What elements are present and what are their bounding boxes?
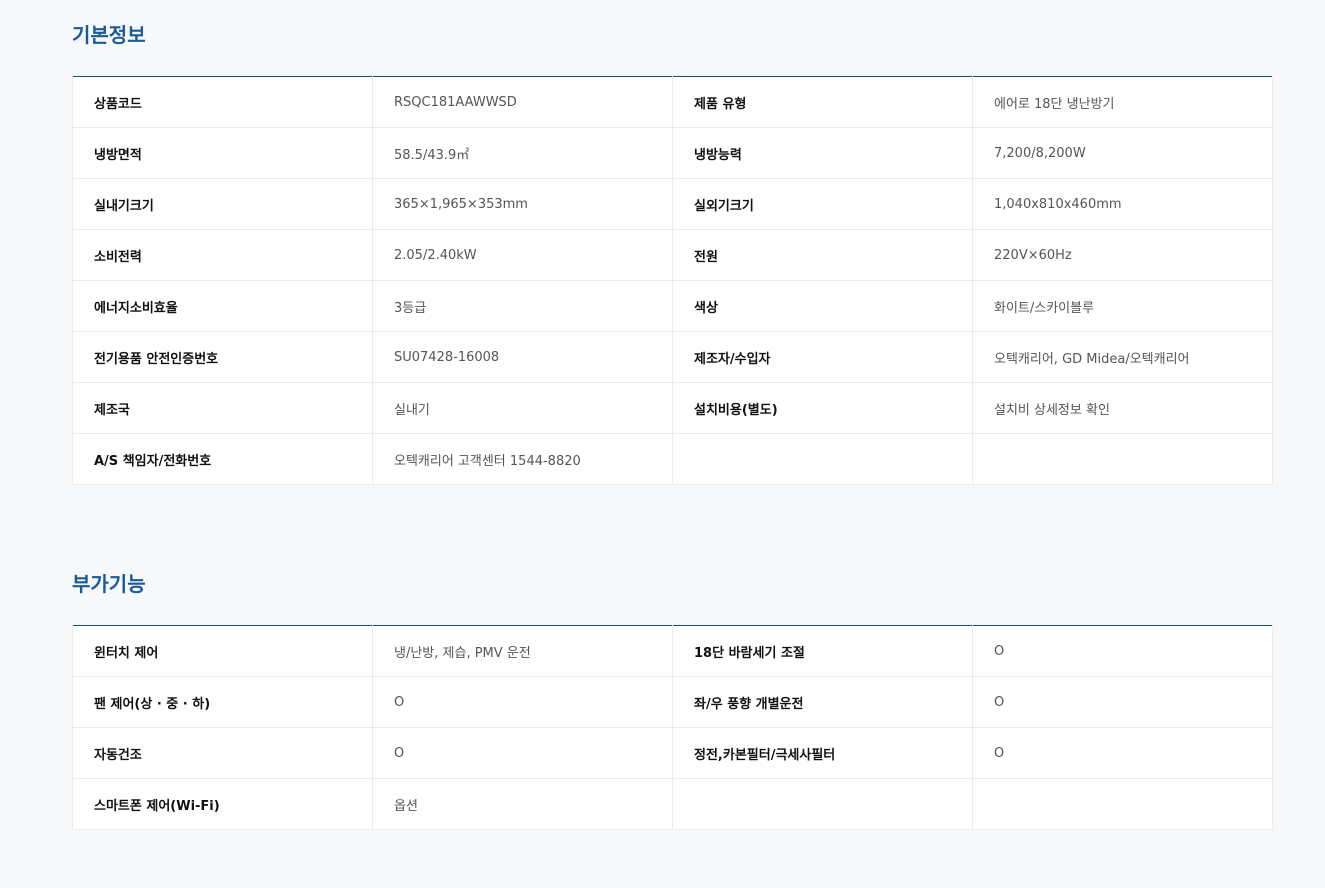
spec-label [672, 778, 973, 830]
spec-row: 상품코드 RSQC181AAWWSD 제품 유형 에어로 18단 냉난방기 [72, 76, 1273, 128]
spec-row: 스마트폰 제어(Wi-Fi) 옵션 [72, 778, 1273, 830]
spec-value: 오텍캐리어, GD Midea/오텍캐리어 [972, 331, 1273, 383]
spec-label: 상품코드 [72, 76, 373, 128]
spec-row: 자동건조 O 정전,카본필터/극세사필터 O [72, 727, 1273, 779]
spec-value: O [372, 727, 673, 779]
spec-label: 냉방면적 [72, 127, 373, 179]
spec-value: 58.5/43.9㎡ [372, 127, 673, 179]
spec-label: 팬 제어(상 · 중 · 하) [72, 676, 373, 728]
spec-row: 팬 제어(상 · 중 · 하) O 좌/우 풍향 개별운전 O [72, 676, 1273, 728]
spec-value: 에어로 18단 냉난방기 [972, 76, 1273, 128]
spec-label: 제조국 [72, 382, 373, 434]
spec-value: 365×1,965×353mm [372, 178, 673, 230]
spec-value: O [372, 676, 673, 728]
spec-value: 오텍캐리어 고객센터 1544-8820 [372, 433, 673, 485]
spec-label: 정전,카본필터/극세사필터 [672, 727, 973, 779]
spec-value: 220V×60Hz [972, 229, 1273, 281]
spec-value: RSQC181AAWWSD [372, 76, 673, 128]
spec-label: A/S 책임자/전화번호 [72, 433, 373, 485]
spec-value: 화이트/스카이블루 [972, 280, 1273, 332]
spec-label: 윈터치 제어 [72, 625, 373, 677]
spec-value: SU07428-16008 [372, 331, 673, 383]
spec-value: 3등급 [372, 280, 673, 332]
spec-label: 좌/우 풍향 개별운전 [672, 676, 973, 728]
spec-label: 자동건조 [72, 727, 373, 779]
spec-value: 7,200/8,200W [972, 127, 1273, 179]
spec-value: 냉/난방, 제습, PMV 운전 [372, 625, 673, 677]
spec-label: 전기용품 안전인증번호 [72, 331, 373, 383]
extra-features-title: 부가기능 [72, 572, 146, 596]
spec-label [672, 433, 973, 485]
spec-label: 에너지소비효율 [72, 280, 373, 332]
spec-row: 전기용품 안전인증번호 SU07428-16008 제조자/수입자 오텍캐리어, GD… [72, 331, 1273, 383]
spec-value: 1,040x810x460mm [972, 178, 1273, 230]
spec-value: 옵션 [372, 778, 673, 830]
spec-row: 실내기크기 365×1,965×353mm 실외기크기 1,040x810x460mm [72, 178, 1273, 230]
spec-value [972, 433, 1273, 485]
spec-row: 냉방면적 58.5/43.9㎡ 냉방능력 7,200/8,200W [72, 127, 1273, 179]
spec-row: 윈터치 제어 냉/난방, 제습, PMV 운전 18단 바람세기 조절 O [72, 625, 1273, 677]
spec-value: 실내기 [372, 382, 673, 434]
spec-value: O [972, 625, 1273, 677]
spec-label: 스마트폰 제어(Wi-Fi) [72, 778, 373, 830]
spec-label: 전원 [672, 229, 973, 281]
spec-label: 설치비용(별도) [672, 382, 973, 434]
spec-value: 설치비 상세정보 확인 [972, 382, 1273, 434]
spec-row: A/S 책임자/전화번호 오텍캐리어 고객센터 1544-8820 [72, 433, 1273, 485]
spec-value [972, 778, 1273, 830]
spec-value: O [972, 727, 1273, 779]
spec-label: 실외기크기 [672, 178, 973, 230]
spec-value: 2.05/2.40kW [372, 229, 673, 281]
basic-info-table: 상품코드 RSQC181AAWWSD 제품 유형 에어로 18단 냉난방기 냉방면적 58… [72, 76, 1273, 485]
basic-info-title: 기본정보 [72, 23, 146, 47]
spec-value: O [972, 676, 1273, 728]
extra-features-table: 윈터치 제어 냉/난방, 제습, PMV 운전 18단 바람세기 조절 O 팬 제어(상… [72, 625, 1273, 830]
spec-label: 소비전력 [72, 229, 373, 281]
spec-label: 제조자/수입자 [672, 331, 973, 383]
spec-row: 에너지소비효율 3등급 색상 화이트/스카이블루 [72, 280, 1273, 332]
spec-label: 냉방능력 [672, 127, 973, 179]
spec-label: 실내기크기 [72, 178, 373, 230]
spec-label: 색상 [672, 280, 973, 332]
spec-row: 제조국 실내기 설치비용(별도) 설치비 상세정보 확인 [72, 382, 1273, 434]
spec-row: 소비전력 2.05/2.40kW 전원 220V×60Hz [72, 229, 1273, 281]
spec-label: 제품 유형 [672, 76, 973, 128]
extra-features-section: 부가기능 윈터치 제어 냉/난방, 제습, PMV 운전 18단 바람세기 조절 O 팬… [72, 569, 1273, 830]
basic-info-section: 기본정보 상품코드 RSQC181AAWWSD 제품 유형 에어로 18단 냉난방기 냉… [72, 20, 1273, 485]
spec-label: 18단 바람세기 조절 [672, 625, 973, 677]
